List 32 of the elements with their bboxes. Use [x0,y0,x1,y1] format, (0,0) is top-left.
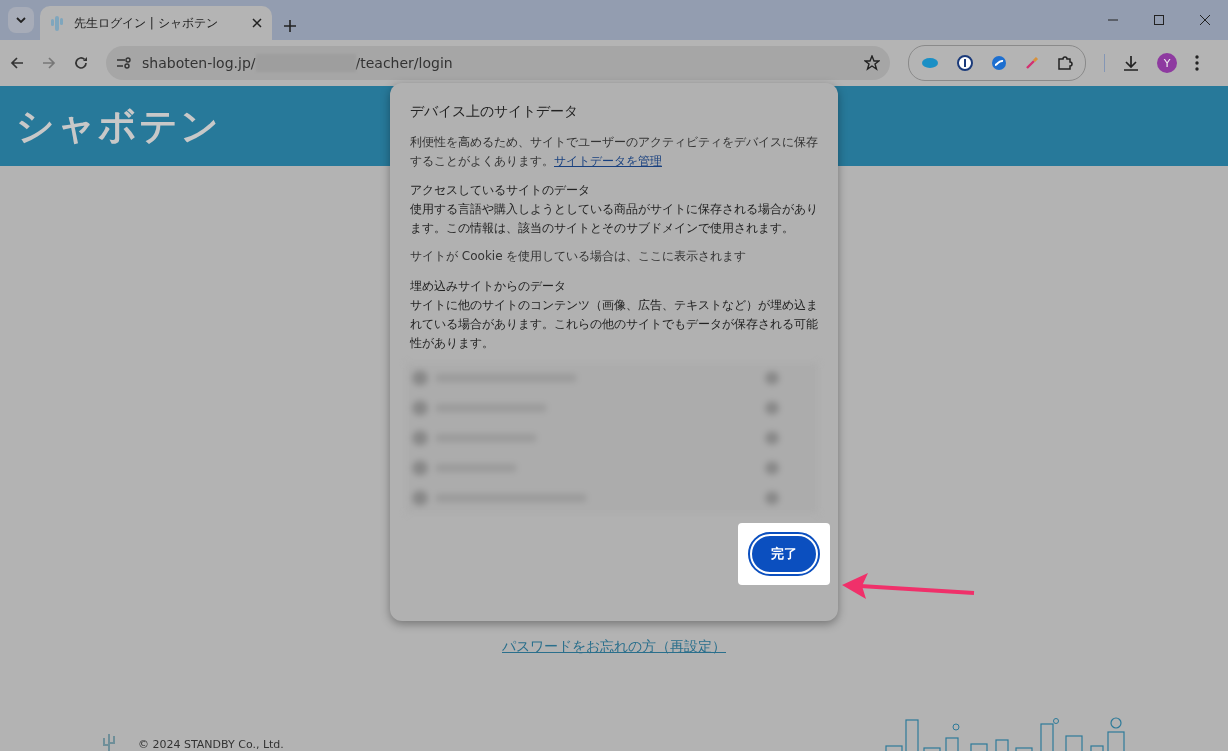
menu-icon[interactable] [1195,55,1199,71]
download-icon[interactable] [1123,55,1139,71]
tab-search-button[interactable] [8,7,34,33]
intro-text: 利便性を高めるため、サイトでユーザーのアクティビティをデバイスに保存することがよくあります。サイトデータを管理 [410,134,818,170]
done-button[interactable]: 完了 [750,534,818,574]
site-logo: シャボテン [16,102,221,150]
address-bar[interactable]: shaboten-log.jp/ /teacher/login [106,46,890,80]
caret-icon [16,17,26,23]
profile-avatar[interactable]: Y [1157,53,1177,73]
section-heading: アクセスしているサイトのデータ [410,182,591,199]
url-text: shaboten-log.jp/ [142,55,256,71]
back-icon[interactable] [10,56,24,70]
dialog-title: デバイス上のサイトデータ [410,103,579,121]
browser-tab[interactable]: 先生ログイン | シャボテン [40,6,272,40]
tab-title: 先生ログイン | シャボテン [74,14,219,32]
section-heading: 埋め込みサイトからのデータ [410,278,567,295]
puzzle-icon[interactable] [1057,55,1073,71]
section-text: サイトに他のサイトのコンテンツ（画像、広告、テキストなど）が埋め込まれている場合があります。これらの他のサイトでもデータが保存される可能性があります。 [410,297,818,352]
manage-site-data-link[interactable]: サイトデータを管理 [554,154,662,168]
copyright-text: © 2024 STANDBY Co., Ltd. [138,738,284,751]
cactus-icon [50,15,64,31]
cactus-icon [100,731,118,751]
swirl-icon[interactable] [991,55,1007,71]
cookie-note: サイトが Cookie を使用している場合は、ここに表示されます [410,248,748,265]
section-text: 使用する言語や購入しようとしている商品がサイトに保存される場合があります。この情報は、該当のサイトとそのサブドメインで使用されます。 [410,201,818,237]
new-tab-icon[interactable] [284,20,296,32]
url-text: /teacher/login [355,55,453,71]
reload-icon[interactable] [74,56,88,70]
keyhole-icon[interactable] [957,55,973,71]
site-settings-icon[interactable] [116,57,132,69]
close-icon[interactable] [252,18,262,28]
star-icon[interactable] [864,55,880,71]
